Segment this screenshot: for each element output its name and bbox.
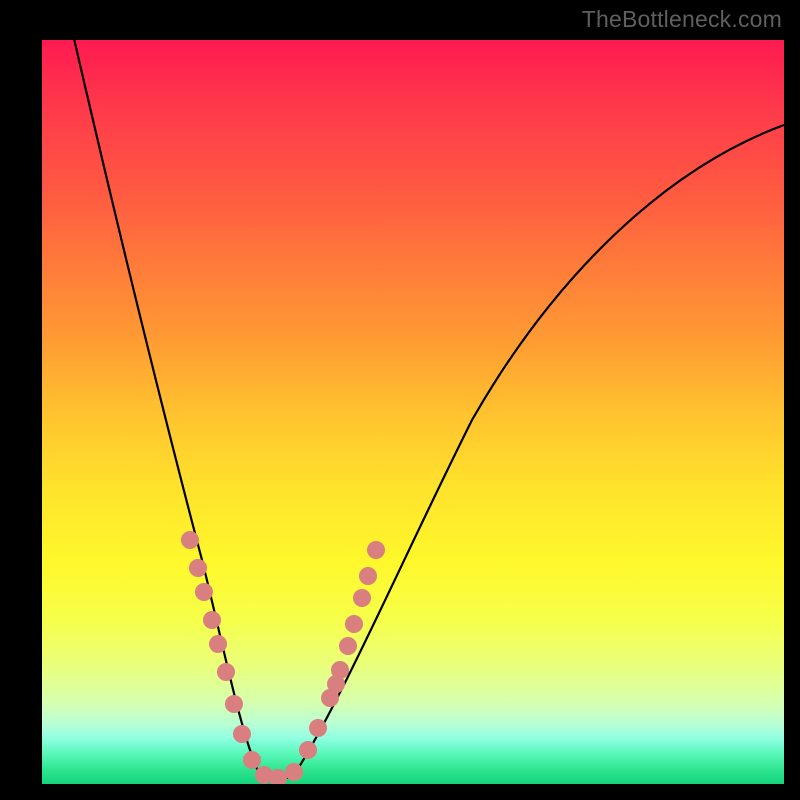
sample-dot — [353, 589, 371, 607]
bottleneck-curve — [72, 40, 784, 780]
sample-dot — [243, 751, 261, 769]
sample-dot — [327, 675, 345, 693]
sample-dot — [195, 583, 213, 601]
sample-dot — [203, 611, 221, 629]
sample-dot — [189, 559, 207, 577]
bottleneck-curve-svg — [42, 40, 784, 784]
sample-dot — [209, 635, 227, 653]
sample-dot — [345, 615, 363, 633]
watermark-text: TheBottleneck.com — [582, 6, 782, 33]
sample-dot — [359, 567, 377, 585]
chart-stage: TheBottleneck.com — [0, 0, 800, 800]
sample-dot — [309, 719, 327, 737]
sample-dot — [217, 663, 235, 681]
sample-dot — [225, 695, 243, 713]
sample-dot — [233, 725, 251, 743]
sample-dot — [367, 541, 385, 559]
plot-area — [42, 40, 784, 784]
sample-dot — [285, 763, 303, 781]
sample-dot — [181, 531, 199, 549]
sample-dot — [299, 741, 317, 759]
sample-dot — [339, 637, 357, 655]
